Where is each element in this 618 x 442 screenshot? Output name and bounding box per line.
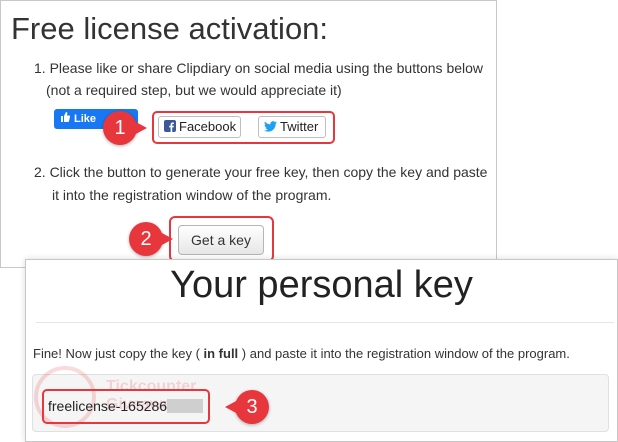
callout-badge-1: 1 — [103, 111, 147, 145]
instruction-text-pre: Fine! Now just copy the key ( — [33, 346, 204, 361]
license-key-field[interactable]: freelicense-165286 — [48, 397, 204, 415]
twitter-share-button[interactable]: Twitter — [258, 116, 326, 138]
divider — [36, 322, 614, 323]
key-redaction — [167, 399, 204, 413]
license-key-text[interactable]: freelicense-165286 — [48, 398, 167, 414]
callout-number: 2 — [140, 228, 152, 250]
get-key-button[interactable]: Get a key — [178, 225, 264, 255]
twitter-icon — [264, 118, 277, 138]
twitter-share-label: Twitter — [280, 119, 319, 134]
callout-number: 1 — [114, 117, 126, 139]
personal-key-title: Your personal key — [170, 264, 473, 306]
instruction-text-post: ) and paste it into the registration win… — [238, 346, 570, 361]
step1-line2: (not a required step, but we would appre… — [46, 82, 342, 98]
callout-number: 3 — [246, 396, 258, 418]
activation-title: Free license activation: — [11, 11, 329, 46]
instruction-text-bold: in full — [203, 346, 239, 361]
copy-instructions: Fine! Now just copy the key ( in full ) … — [33, 345, 570, 363]
thumbs-up-icon — [60, 109, 71, 129]
facebook-icon — [164, 118, 176, 138]
facebook-share-button[interactable]: Facebook — [158, 116, 241, 138]
callout-badge-3: 3 — [225, 390, 269, 424]
step2-line1: 2. Click the button to generate your fre… — [34, 164, 488, 180]
callout-badge-2: 2 — [129, 222, 173, 256]
like-label: Like — [74, 113, 97, 125]
step1-line1: 1. Please like or share Clipdiary on soc… — [34, 60, 484, 76]
step2-line2: it into the registration window of the p… — [52, 187, 332, 203]
facebook-share-label: Facebook — [179, 119, 237, 134]
